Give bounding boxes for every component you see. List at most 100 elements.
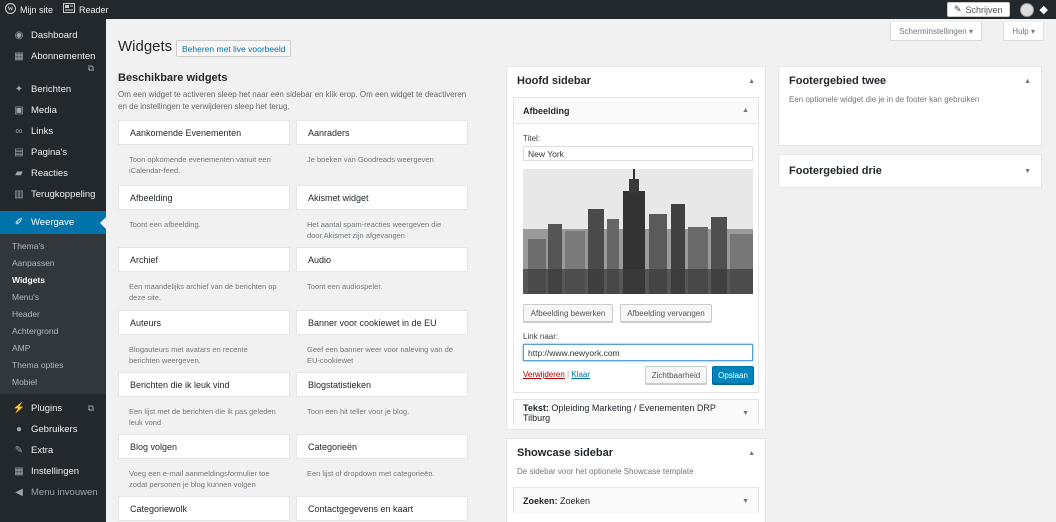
- widget-description: Toont een afbeelding.: [129, 220, 201, 229]
- widget-item[interactable]: Archief: [118, 247, 290, 272]
- menu-item-gebruikers[interactable]: ● Gebruikers: [0, 419, 106, 440]
- footer-three-header[interactable]: Footergebied drie ▼: [779, 155, 1041, 187]
- widget-item[interactable]: Audio: [296, 247, 468, 272]
- pin-icon: ✦: [14, 84, 24, 95]
- widget-item[interactable]: Blog volgen: [118, 434, 290, 459]
- menu-label: Links: [31, 126, 54, 137]
- external-link-icon: ⧉: [87, 63, 94, 73]
- remove-link[interactable]: Verwijderen: [523, 370, 565, 379]
- menu-item-collapse[interactable]: ◀ Menu invouwen: [0, 482, 106, 503]
- widget-item[interactable]: Auteurs: [118, 310, 290, 335]
- menu-item-weergave[interactable]: ✐ Weergave: [0, 211, 106, 234]
- avatar[interactable]: [1019, 2, 1034, 17]
- widget-item[interactable]: Categorieën: [296, 434, 468, 459]
- menu-item-plugins[interactable]: ⚡ Plugins ⧉: [0, 398, 106, 419]
- showcase-sidebar-header[interactable]: Showcase sidebar ▲: [507, 439, 765, 467]
- wordpress-logo-icon: W: [5, 2, 16, 17]
- menu-label: Media: [31, 105, 57, 116]
- pages-icon: ▤: [14, 147, 24, 158]
- menu-label: Abonnementen: [31, 51, 96, 62]
- widget-item[interactable]: Banner voor cookiewet in de EU: [296, 310, 468, 335]
- media-icon: ▣: [14, 105, 24, 116]
- reader-link[interactable]: Reader: [58, 0, 114, 19]
- help-button[interactable]: Hulp ▾: [1003, 22, 1044, 41]
- widget-item[interactable]: Berichten die ik leuk vind: [118, 372, 290, 397]
- widget-item[interactable]: Aankomende Evenementen: [118, 120, 290, 145]
- main-sidebar-header[interactable]: Hoofd sidebar ▲: [507, 67, 765, 95]
- submenu-item-mobiel[interactable]: Mobiel: [0, 373, 106, 390]
- my-site-link[interactable]: W Mijn site: [0, 0, 58, 19]
- city-skyline-image: [523, 169, 753, 294]
- menu-label: Terugkoppeling: [31, 189, 96, 200]
- widget-item[interactable]: Akismet widget: [296, 185, 468, 210]
- widget-item[interactable]: Contactgegevens en kaart: [296, 496, 468, 521]
- submenu-item-aanpassen[interactable]: Aanpassen: [0, 254, 106, 271]
- widget-description: Een maandelijks archief van de berichten…: [129, 282, 277, 302]
- save-button[interactable]: Opslaan: [712, 366, 754, 384]
- write-button[interactable]: ✎ Schrijven: [946, 2, 1010, 17]
- links-icon: ∞: [15, 126, 23, 137]
- link-input[interactable]: http://www.newyork.com: [523, 344, 753, 361]
- menu-label: Reacties: [31, 168, 68, 179]
- text-widget-header[interactable]: Tekst: Opleiding Marketing / Evenementen…: [514, 400, 758, 426]
- footer-three-panel: Footergebied drie ▼: [778, 154, 1042, 188]
- replace-image-button[interactable]: Afbeelding vervangen: [620, 304, 712, 322]
- expand-arrow-icon: ▼: [1024, 167, 1031, 175]
- edit-icon: ✎: [953, 4, 962, 14]
- page-title: Widgets: [118, 38, 173, 55]
- live-preview-button[interactable]: Beheren met live voorbeeld: [176, 40, 292, 57]
- menu-item-abonnementen[interactable]: ▦ Abonnementen ⧉: [0, 46, 106, 79]
- chevron-down-icon: ▾: [1030, 26, 1035, 36]
- widget-description: Geef een banner weer voor naleving van d…: [307, 345, 453, 365]
- widget-actions: Verwijderen | Klaar: [523, 370, 590, 379]
- submenu-item-menus[interactable]: Menu's: [0, 288, 106, 305]
- users-icon: ●: [15, 424, 23, 435]
- submenu-item-widgets[interactable]: Widgets: [0, 271, 106, 288]
- tools-icon: ✎: [14, 445, 24, 456]
- image-widget-header[interactable]: Afbeelding ▲: [514, 98, 758, 124]
- footer-two-header[interactable]: Footergebied twee ▲: [779, 67, 1041, 95]
- menu-item-instellingen[interactable]: ▦ Instellingen: [0, 461, 106, 482]
- image-widget: Afbeelding ▲ Titel: New York Afbeelding …: [513, 97, 759, 393]
- submenu-item-thema-opties[interactable]: Thema opties: [0, 356, 106, 373]
- submenu-item-amp[interactable]: AMP: [0, 339, 106, 356]
- menu-item-paginas[interactable]: ▤ Pagina's: [0, 142, 106, 163]
- menu-item-terugkoppeling[interactable]: ▥ Terugkoppeling: [0, 184, 106, 205]
- available-widgets-title: Beschikbare widgets: [118, 72, 228, 84]
- showcase-sidebar-title: Showcase sidebar: [517, 447, 613, 459]
- widget-description: Blogauteurs met avatars en recente beric…: [129, 345, 248, 365]
- screen-options-button[interactable]: Scherminstellingen ▾: [890, 22, 982, 41]
- search-widget: Zoeken: Zoeken ▼: [513, 487, 759, 514]
- reader-icon: [63, 3, 76, 16]
- search-widget-header[interactable]: Zoeken: Zoeken ▼: [514, 488, 758, 514]
- menu-item-reacties[interactable]: ▰ Reacties: [0, 163, 106, 184]
- menu-item-extra[interactable]: ✎ Extra: [0, 440, 106, 461]
- submenu-item-themas[interactable]: Thema's: [0, 237, 106, 254]
- dashboard-icon: ◉: [14, 30, 24, 41]
- widget-item[interactable]: Categoriewolk: [118, 496, 290, 521]
- menu-label: Berichten: [31, 84, 72, 95]
- widget-description: Je boeken van Goodreads weergeven: [307, 155, 434, 164]
- chevron-down-icon: ▾: [968, 26, 973, 36]
- menu-item-links[interactable]: ∞ Links: [0, 121, 106, 142]
- menu-item-media[interactable]: ▣ Media: [0, 100, 106, 121]
- menu-item-dashboard[interactable]: ◉ Dashboard: [0, 25, 106, 46]
- notifications-icon[interactable]: ◆: [1040, 3, 1048, 16]
- search-widget-type: Zoeken: [523, 496, 555, 506]
- submenu-item-header[interactable]: Header: [0, 305, 106, 322]
- edit-image-button[interactable]: Afbeelding bewerken: [523, 304, 613, 322]
- menu-label: Weergave: [31, 217, 75, 228]
- widget-item[interactable]: Aanraders: [296, 120, 468, 145]
- widget-item[interactable]: Afbeelding: [118, 185, 290, 210]
- footer-two-title: Footergebied twee: [789, 75, 887, 87]
- comments-icon: ▰: [15, 168, 23, 179]
- footer-three-title: Footergebied drie: [789, 165, 882, 177]
- visibility-button[interactable]: Zichtbaarheid: [645, 366, 707, 384]
- done-link[interactable]: Klaar: [571, 370, 590, 379]
- title-label: Titel:: [523, 134, 541, 143]
- title-input[interactable]: New York: [523, 146, 753, 161]
- appearance-icon: ✐: [14, 217, 24, 228]
- menu-item-berichten[interactable]: ✦ Berichten: [0, 79, 106, 100]
- submenu-item-achtergrond[interactable]: Achtergrond: [0, 322, 106, 339]
- widget-item[interactable]: Blogstatistieken: [296, 372, 468, 397]
